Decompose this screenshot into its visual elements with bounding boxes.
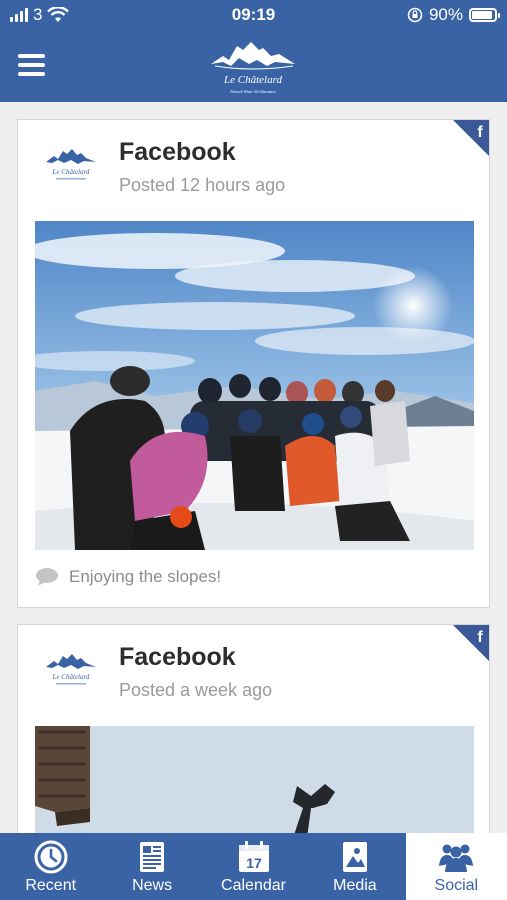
post-caption: Enjoying the slopes! (69, 567, 222, 586)
tab-label: Social (434, 877, 479, 894)
post-time: Posted 12 hours ago (119, 175, 286, 195)
battery-fill (472, 11, 492, 19)
rotation-lock-icon (407, 7, 423, 23)
tab-label: Calendar (221, 877, 286, 894)
club-logo-avatar: Le Châtelard (46, 654, 96, 685)
tab-calendar[interactable]: 17 Calendar (203, 833, 304, 900)
tab-label: Media (333, 877, 377, 894)
tab-label: Recent (25, 877, 77, 894)
social-feed[interactable]: f Le Châtelard Facebook Posted 12 hours … (0, 102, 507, 833)
svg-text:f: f (477, 629, 483, 646)
feed-post[interactable]: f Le Châtelard Facebook Posted 12 hours … (17, 119, 490, 608)
post-time: Posted a week ago (119, 680, 273, 700)
speech-bubble-icon (36, 568, 58, 586)
post-photo[interactable] (35, 221, 474, 550)
svg-text:Le Châtelard: Le Châtelard (52, 168, 90, 176)
post-source: Facebook (119, 138, 236, 166)
facebook-icon: f (453, 120, 489, 156)
facebook-icon: f (453, 625, 489, 661)
logo-tagline: Pinnacle Winter Ski Adventures (229, 90, 276, 94)
tab-news[interactable]: News (101, 833, 202, 900)
people-icon (439, 844, 474, 872)
post-source: Facebook (119, 643, 236, 671)
feed-post[interactable]: f Le Châtelard Facebook Posted a week ag… (17, 624, 490, 833)
svg-text:f: f (477, 124, 483, 141)
tab-social[interactable]: Social (405, 833, 507, 900)
battery-percent: 90% (428, 5, 463, 24)
clock-icon (34, 840, 68, 874)
calendar-icon: 17 (238, 841, 269, 872)
club-logo-avatar: Le Châtelard (46, 149, 96, 180)
logo: Le Châtelard Pinnacle Winter Ski Adventu… (211, 42, 295, 94)
battery-icon (469, 8, 500, 22)
app-header: Le Châtelard Pinnacle Winter Ski Adventu… (0, 30, 507, 102)
logo-text: Le Châtelard (223, 74, 282, 86)
calendar-icon-date: 17 (246, 855, 262, 871)
tab-bar: Recent News 17 Calendar Media Social (0, 833, 507, 900)
post-caption-row: Enjoying the slopes! (35, 567, 221, 587)
image-icon (342, 842, 367, 872)
post-photo[interactable] (35, 726, 474, 833)
hamburger-icon[interactable] (18, 54, 45, 76)
tab-media[interactable]: Media (304, 833, 405, 900)
newspaper-icon (140, 842, 165, 872)
tab-recent[interactable]: Recent (0, 833, 101, 900)
tab-label: News (132, 877, 173, 894)
svg-text:Le Châtelard: Le Châtelard (52, 673, 90, 681)
status-right: 90% (407, 5, 500, 25)
status-bar: 3 09:19 90% (0, 0, 507, 30)
